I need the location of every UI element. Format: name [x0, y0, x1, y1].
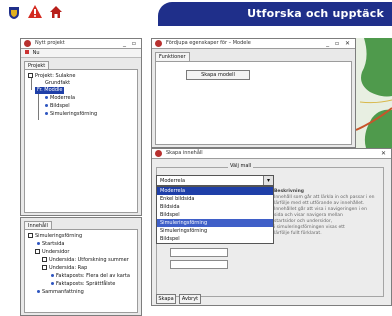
content-window: Innehåll Simuleringsförning Startsida Un… — [20, 217, 142, 316]
dialog-title: Skapa innehåll — [166, 150, 203, 156]
dropdown-option[interactable]: Simuleringsförning — [157, 219, 273, 227]
house-icon[interactable] — [48, 4, 64, 20]
module-window-titlebar[interactable]: Fördjupa egenskaper för – Modele _ ▫ ✕ — [152, 39, 355, 49]
dropdown-option[interactable]: Enkel bildsida — [157, 195, 273, 203]
tree-item-simulering-root[interactable]: Simuleringsförning — [28, 233, 82, 240]
window-controls[interactable]: _ ▫ ✕ — [326, 39, 352, 48]
project-window-title: Nytt projekt — [35, 40, 65, 46]
module-panel: Skapa modell — [155, 61, 352, 145]
tree-item-project[interactable]: Projekt: Sulakne — [28, 73, 75, 80]
bullet-icon — [45, 96, 48, 99]
template-select[interactable]: Moderrela ▾ — [156, 175, 274, 186]
new-icon — [25, 50, 29, 54]
tree-item-simulering[interactable]: Simuleringsförning — [45, 111, 97, 118]
dropdown-option[interactable]: Bildsida — [157, 203, 273, 211]
map-background — [356, 38, 392, 148]
window-icon — [24, 40, 31, 47]
create-model-button[interactable]: Skapa modell — [186, 70, 250, 80]
title-banner: Utforska och upptäck — [158, 2, 392, 26]
dropdown-option[interactable]: Simuleringsförning — [157, 227, 273, 235]
project-window-titlebar[interactable]: Nytt projekt _ ▫ — [21, 39, 141, 49]
tree-item-fakta-1[interactable]: Faktaposts: Flera del av karta — [51, 273, 130, 280]
dialog-close-icon[interactable]: ✕ — [381, 149, 388, 158]
warning-triangle-icon[interactable] — [27, 4, 43, 20]
menu-new[interactable]: Nu — [33, 50, 40, 56]
content-tree-panel: Simuleringsförning Startsida Undersidor … — [24, 229, 138, 313]
dropdown-option[interactable]: Bildspel — [157, 211, 273, 219]
collapse-icon — [42, 257, 47, 262]
bullet-icon — [45, 104, 48, 107]
bullet-icon — [37, 242, 40, 245]
bullet-icon — [51, 282, 54, 285]
dropdown-option[interactable]: Moderrela — [157, 187, 273, 195]
bullet-icon — [37, 290, 40, 293]
module-window-title: Fördjupa egenskaper för – Modele — [166, 40, 251, 46]
create-button[interactable]: Skapa — [156, 294, 176, 304]
project-tree-panel: Projekt: Sulakne Grundfakt Fr. Moddle Mo… — [24, 69, 138, 213]
app-title: Utforska och upptäck — [247, 7, 384, 20]
bullet-icon — [45, 112, 48, 115]
dropdown-option[interactable]: Bildspel — [157, 235, 273, 243]
cancel-button[interactable]: Avbryt — [179, 294, 201, 304]
project-window: Nytt projekt _ ▫ Nu Projekt Projekt: Sul… — [20, 38, 142, 216]
create-content-dialog: Skapa innehåll ✕ Välj mall Beskrivning I… — [151, 148, 392, 306]
tree-item-grundfakt[interactable]: Grundfakt — [45, 80, 70, 87]
template-select-value: Moderrela — [160, 178, 186, 184]
collapse-icon — [28, 73, 33, 78]
collapse-icon — [35, 249, 40, 254]
tree-item-undersidor[interactable]: Undersidor — [35, 249, 69, 256]
window-icon — [155, 40, 162, 47]
tree-item-sammanfattning[interactable]: Sammanfattning — [37, 289, 84, 296]
template-dropdown-list: Moderrela Enkel bildsida Bildsida Bildsp… — [156, 186, 274, 244]
project-menu: Nu — [21, 49, 141, 58]
description-field[interactable] — [170, 260, 228, 269]
module-tabs: Funktioner — [152, 49, 355, 61]
tree-item-undersida-2[interactable]: Undersida: Rap — [42, 265, 87, 272]
tree-item-moderrela[interactable]: Moderrela — [45, 95, 75, 102]
collapse-icon — [28, 233, 33, 238]
dialog-titlebar[interactable]: Skapa innehåll ✕ — [152, 149, 391, 159]
collapse-icon — [42, 265, 47, 270]
tree-item-module[interactable]: Fr. Moddle — [35, 87, 65, 94]
bullet-icon — [51, 274, 54, 277]
group-label: Välj mall — [228, 163, 254, 169]
crest-icon[interactable] — [6, 4, 22, 20]
window-controls[interactable]: _ ▫ — [123, 39, 138, 48]
template-description: Beskrivning Innehåll som går att lärkla … — [274, 189, 386, 263]
tree-item-undersida-1[interactable]: Undersida: Utforskning summer — [42, 257, 129, 264]
tree-item-startsida[interactable]: Startsida — [37, 241, 64, 248]
description-line: lärfölje fullt förklarat. — [274, 231, 322, 236]
tab-funktioner[interactable]: Funktioner — [155, 52, 190, 61]
chevron-down-icon[interactable]: ▾ — [263, 176, 273, 185]
module-window: Fördjupa egenskaper för – Modele _ ▫ ✕ F… — [151, 38, 356, 148]
tree-item-fakta-2[interactable]: Faktaposts: Sprättfålste — [51, 281, 115, 288]
name-field[interactable] — [170, 248, 228, 257]
window-icon — [155, 150, 162, 157]
tree-item-bildspel[interactable]: Bildspel — [45, 103, 70, 110]
